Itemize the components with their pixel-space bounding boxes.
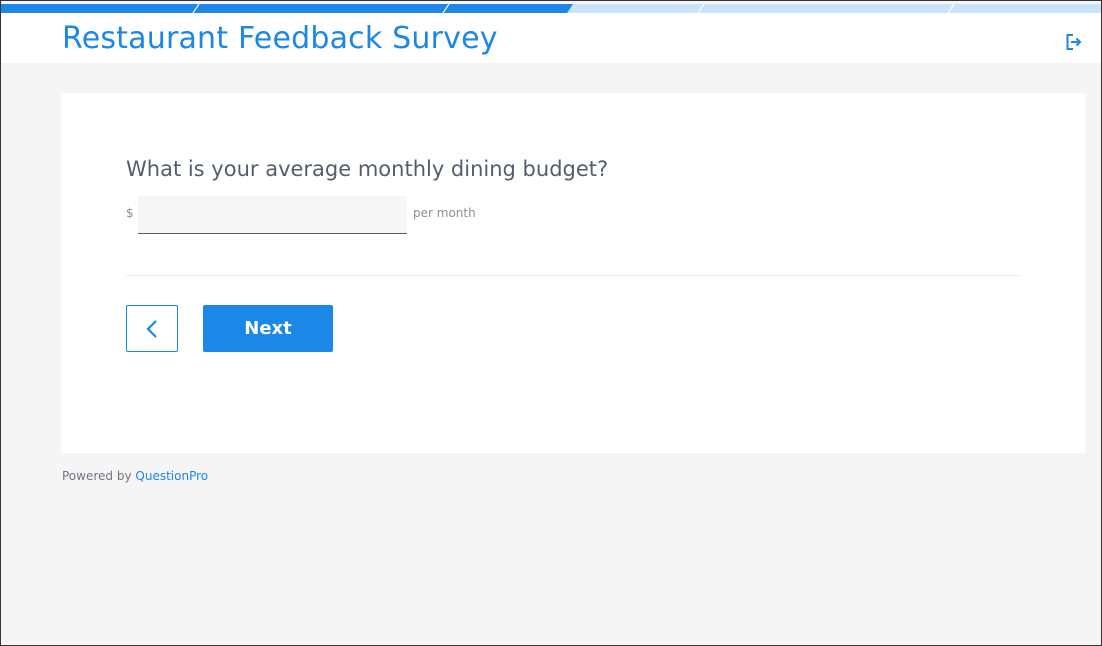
progress-fill [1,4,573,13]
exit-icon [1066,34,1082,50]
question-card: What is your average monthly dining budg… [61,93,1085,453]
currency-symbol: $ [126,206,134,220]
progress-bar-graphic [1,3,1101,13]
question-text: What is your average monthly dining budg… [126,157,609,181]
questionpro-link[interactable]: QuestionPro [135,469,208,483]
unit-suffix: per month [413,206,476,220]
footer: Powered by QuestionPro [62,469,208,483]
divider [126,275,1020,276]
powered-by-label: Powered by [62,469,132,483]
progress-bar [1,1,1101,13]
budget-input[interactable] [138,196,407,234]
next-button[interactable]: Next [203,305,333,352]
chevron-left-icon [146,320,157,338]
exit-button[interactable] [1065,33,1083,51]
survey-title: Restaurant Feedback Survey [62,21,498,56]
survey-header: Restaurant Feedback Survey [1,13,1101,63]
back-button[interactable] [126,305,178,352]
